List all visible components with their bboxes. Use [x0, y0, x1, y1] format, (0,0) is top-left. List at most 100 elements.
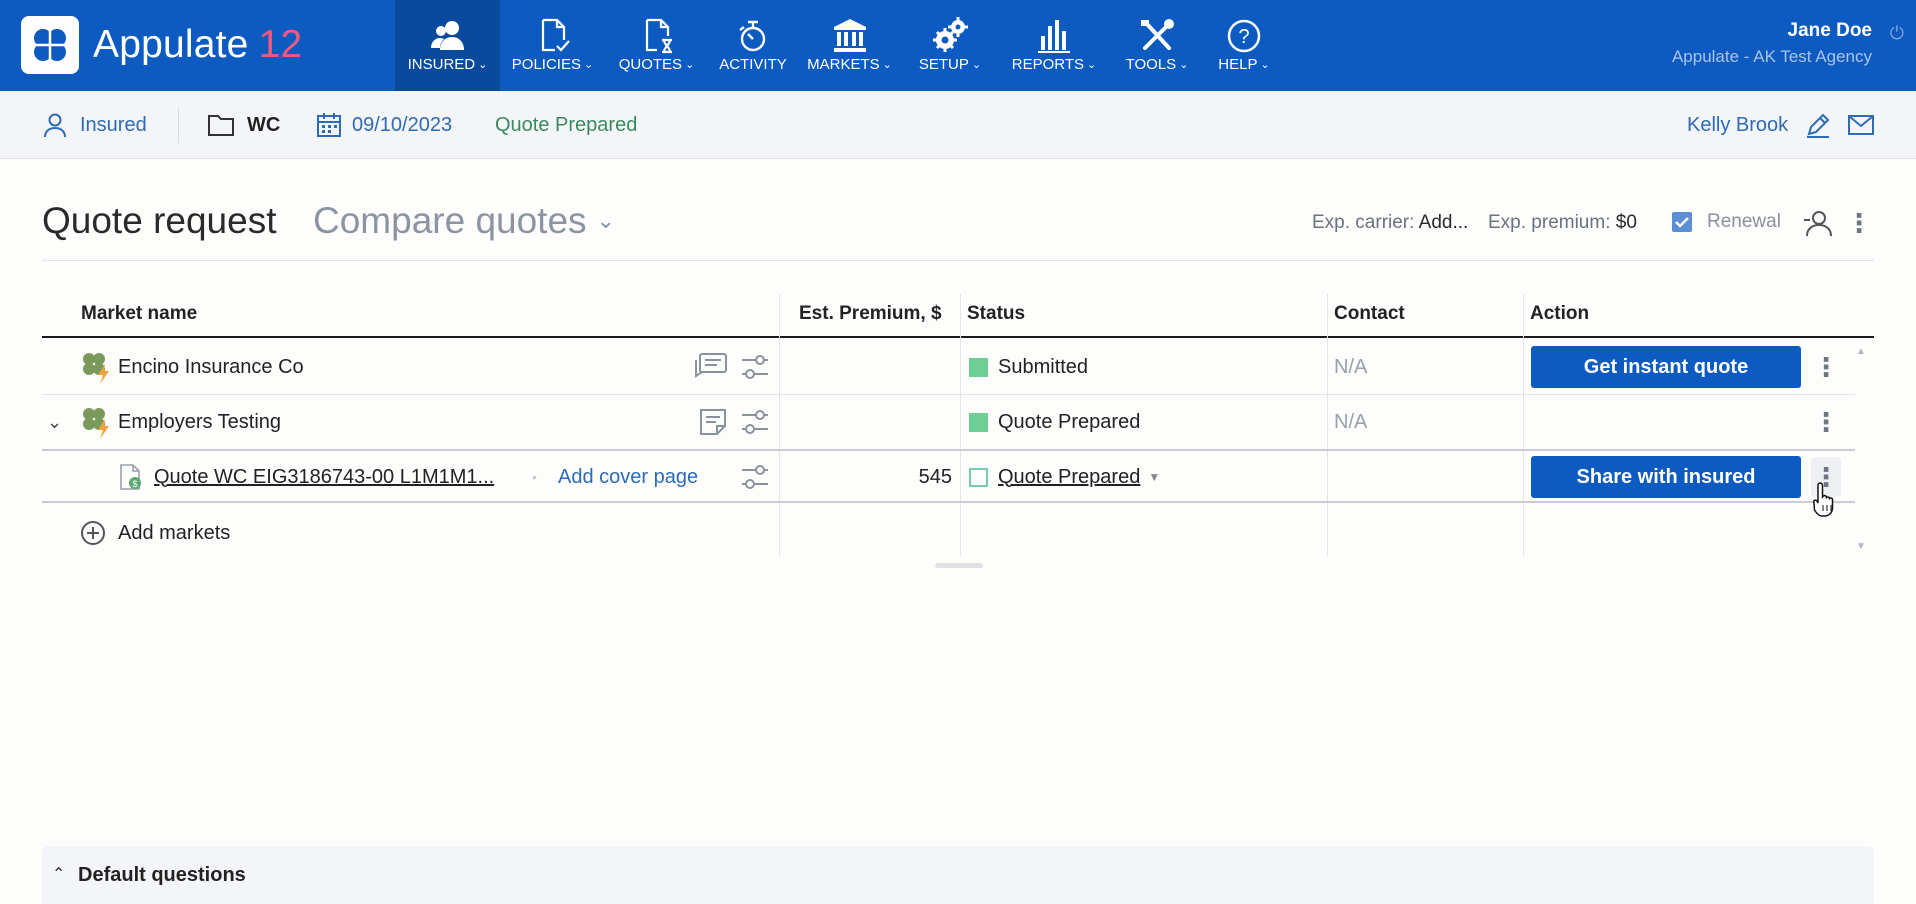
main-menu: INSURED ⌄ POLICIES ⌄ QUOTES ⌄ ACTIVITY MARK…	[395, 0, 1283, 91]
page-more-menu[interactable]: ⋮	[1844, 203, 1874, 243]
nav-activity[interactable]: ACTIVITY	[708, 0, 798, 91]
col-contact[interactable]: Contact	[1334, 294, 1405, 334]
row-divider	[42, 449, 1855, 451]
row-divider	[42, 501, 1855, 503]
status-color-icon	[969, 412, 988, 432]
clover-logo-icon	[21, 16, 79, 74]
chevron-down-icon: ⌄	[596, 208, 615, 233]
col-separator	[1523, 294, 1524, 556]
app-name: Appulate 12	[93, 23, 303, 66]
collapse-chevron-icon[interactable]: ⌄	[47, 405, 62, 439]
col-separator	[960, 294, 961, 556]
renewal-checkbox[interactable]: Renewal	[1671, 211, 1781, 233]
settings-sliders-icon[interactable]	[740, 460, 770, 494]
contact-value: N/A	[1334, 410, 1368, 433]
app-logo[interactable]: Appulate 12	[21, 16, 302, 74]
tools-icon	[1141, 19, 1174, 50]
user-agency: Appulate - AK Test Agency	[1671, 47, 1872, 66]
status-color-icon	[969, 357, 988, 377]
plus-circle-icon	[81, 521, 105, 545]
scroll-down-arrow[interactable]: ▼	[1856, 541, 1866, 552]
nav-markets[interactable]: MARKETS ⌄	[798, 0, 901, 91]
scroll-up-arrow[interactable]: ▲	[1856, 346, 1866, 357]
nav-insured[interactable]: INSURED ⌄	[395, 0, 500, 91]
col-separator	[779, 294, 780, 556]
col-separator	[1327, 294, 1328, 556]
row-more-menu[interactable]: ⋮	[1811, 402, 1841, 442]
compare-quotes-dropdown[interactable]: Compare quotes ⌄	[313, 200, 615, 242]
est-premium-value: 545	[918, 465, 952, 488]
exp-carrier[interactable]: Exp. carrier: Add...	[1312, 212, 1468, 234]
share-with-insured-button[interactable]: Share with insured	[1531, 456, 1801, 498]
note-icon[interactable]	[698, 405, 728, 439]
row-more-menu[interactable]: ⋮	[1811, 347, 1841, 387]
settings-sliders-icon[interactable]	[740, 405, 770, 439]
page-title: Quote request	[42, 200, 277, 241]
assign-user-icon[interactable]	[1803, 208, 1835, 243]
user-name: Jane Doe	[1787, 20, 1872, 41]
person-icon	[44, 113, 66, 138]
add-markets-button[interactable]: Add markets	[80, 516, 230, 550]
context-bar: Insured WC 09/10/2023 Quote Prepared Kel…	[0, 91, 1916, 159]
exp-premium[interactable]: Exp. premium: $0	[1488, 212, 1637, 234]
contact-value: N/A	[1334, 355, 1368, 378]
nav-tools[interactable]: TOOLS ⌄	[1109, 0, 1205, 91]
caret-down-icon: ▼	[1148, 470, 1161, 484]
get-instant-quote-button[interactable]: Get instant quote	[1531, 346, 1801, 388]
app-version: 12	[258, 23, 303, 66]
svg-text:$: $	[132, 479, 137, 489]
market-clover-icon	[80, 405, 116, 439]
svg-text:?: ?	[1238, 26, 1249, 48]
col-market-name[interactable]: Market name	[81, 294, 197, 334]
chevron-up-icon: ⌃	[52, 866, 66, 883]
title-divider	[42, 260, 1874, 261]
reports-icon	[1038, 20, 1070, 53]
header-divider	[42, 336, 1874, 338]
col-est-premium[interactable]: Est. Premium, $	[799, 294, 942, 334]
divider	[178, 107, 179, 143]
quotes-icon	[645, 18, 672, 54]
nav-policies[interactable]: POLICIES ⌄	[500, 0, 605, 91]
quote-status: Quote Prepared	[495, 113, 638, 136]
status-color-icon	[969, 467, 988, 487]
status-dropdown[interactable]: Quote Prepared ▼	[969, 460, 1160, 494]
power-icon[interactable]: ⏻	[1890, 23, 1904, 44]
checkbox-checked-icon	[1672, 212, 1692, 232]
activity-icon	[739, 20, 766, 52]
mail-icon[interactable]	[1847, 91, 1875, 159]
status-quote-prepared: Quote Prepared	[969, 405, 1140, 439]
edit-icon[interactable]	[1805, 91, 1831, 159]
contact-name[interactable]: Kelly Brook	[1687, 91, 1788, 159]
quote-link[interactable]: Quote WC EIG3186743-00 L1M1M1...	[154, 460, 494, 494]
effective-date[interactable]: 09/10/2023	[316, 91, 452, 159]
col-status[interactable]: Status	[967, 294, 1025, 334]
markets-icon	[833, 19, 866, 52]
settings-sliders-icon[interactable]	[740, 350, 770, 384]
row-divider	[42, 394, 1855, 395]
default-questions-label: Default questions	[78, 864, 246, 886]
help-icon: ?	[1227, 19, 1261, 53]
resize-handle[interactable]	[935, 563, 983, 568]
insured-icon	[430, 21, 464, 50]
hand-pointer-icon	[1813, 480, 1839, 523]
nav-help[interactable]: ? HELP ⌄	[1205, 0, 1283, 91]
notes-icon[interactable]	[694, 350, 728, 384]
nav-reports[interactable]: REPORTS ⌄	[999, 0, 1109, 91]
policies-icon	[541, 18, 570, 52]
line-of-business[interactable]: WC	[207, 91, 280, 159]
col-action: Action	[1530, 303, 1590, 324]
add-cover-page-link[interactable]: Add cover page	[558, 460, 698, 494]
user-info[interactable]: Jane Doe Appulate - AK Test Agency	[1672, 20, 1872, 67]
market-name[interactable]: Encino Insurance Co	[118, 350, 304, 384]
folder-icon	[208, 115, 234, 136]
default-questions-panel[interactable]: ⌃ Default questions	[42, 846, 1874, 904]
top-navigation-bar: Appulate 12 INSURED ⌄ POLICIES ⌄ QUOTES ⌄ AC…	[0, 0, 1916, 91]
nav-quotes[interactable]: QUOTES ⌄	[605, 0, 708, 91]
insured-link[interactable]: Insured	[42, 91, 147, 159]
status-submitted: Submitted	[969, 350, 1088, 384]
nav-setup[interactable]: SETUP ⌄	[901, 0, 999, 91]
calendar-icon	[317, 113, 341, 137]
market-name[interactable]: Employers Testing	[118, 405, 281, 439]
bullet-separator: •	[532, 469, 537, 485]
quote-document-icon: $	[118, 460, 144, 494]
